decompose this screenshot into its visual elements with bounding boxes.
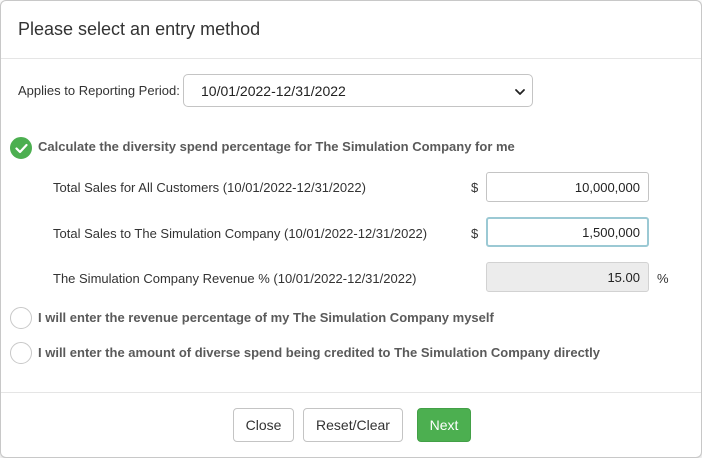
sales-to-company-input[interactable]: 1,500,000 bbox=[486, 217, 649, 247]
option-enter-percentage-label[interactable]: I will enter the revenue percentage of m… bbox=[38, 310, 494, 325]
reset-clear-button[interactable]: Reset/Clear bbox=[303, 408, 403, 442]
option-calculate-radio[interactable] bbox=[10, 137, 32, 159]
option-enter-amount-radio[interactable] bbox=[10, 342, 32, 364]
total-sales-label: Total Sales for All Customers (10/01/202… bbox=[53, 180, 366, 195]
revenue-pct-suffix: % bbox=[657, 271, 669, 286]
dialog-title: Please select an entry method bbox=[18, 19, 261, 39]
revenue-pct-label: The Simulation Company Revenue % (10/01/… bbox=[53, 271, 417, 286]
total-sales-input[interactable]: 10,000,000 bbox=[486, 172, 649, 202]
option-enter-percentage-radio[interactable] bbox=[10, 307, 32, 329]
sales-to-company-label: Total Sales to The Simulation Company (1… bbox=[53, 226, 428, 241]
checkmark-icon bbox=[15, 143, 28, 154]
dialog-header: Please select an entry method bbox=[1, 1, 701, 59]
sales-to-company-currency: $ bbox=[471, 226, 479, 241]
reporting-period-label: Applies to Reporting Period: bbox=[18, 83, 180, 98]
next-button[interactable]: Next bbox=[417, 408, 471, 442]
footer-divider bbox=[1, 392, 701, 393]
total-sales-currency: $ bbox=[471, 180, 479, 195]
entry-method-dialog: Please select an entry method Applies to… bbox=[0, 0, 702, 458]
close-button[interactable]: Close bbox=[233, 408, 294, 442]
revenue-pct-field: 15.00 bbox=[486, 262, 649, 292]
reporting-period-select[interactable]: 10/01/2022-12/31/2022 bbox=[183, 74, 533, 107]
option-calculate-label[interactable]: Calculate the diversity spend percentage… bbox=[38, 139, 515, 154]
reporting-period-value: 10/01/2022-12/31/2022 bbox=[201, 83, 346, 99]
chevron-down-icon bbox=[514, 85, 526, 97]
option-enter-amount-label[interactable]: I will enter the amount of diverse spend… bbox=[38, 345, 600, 360]
